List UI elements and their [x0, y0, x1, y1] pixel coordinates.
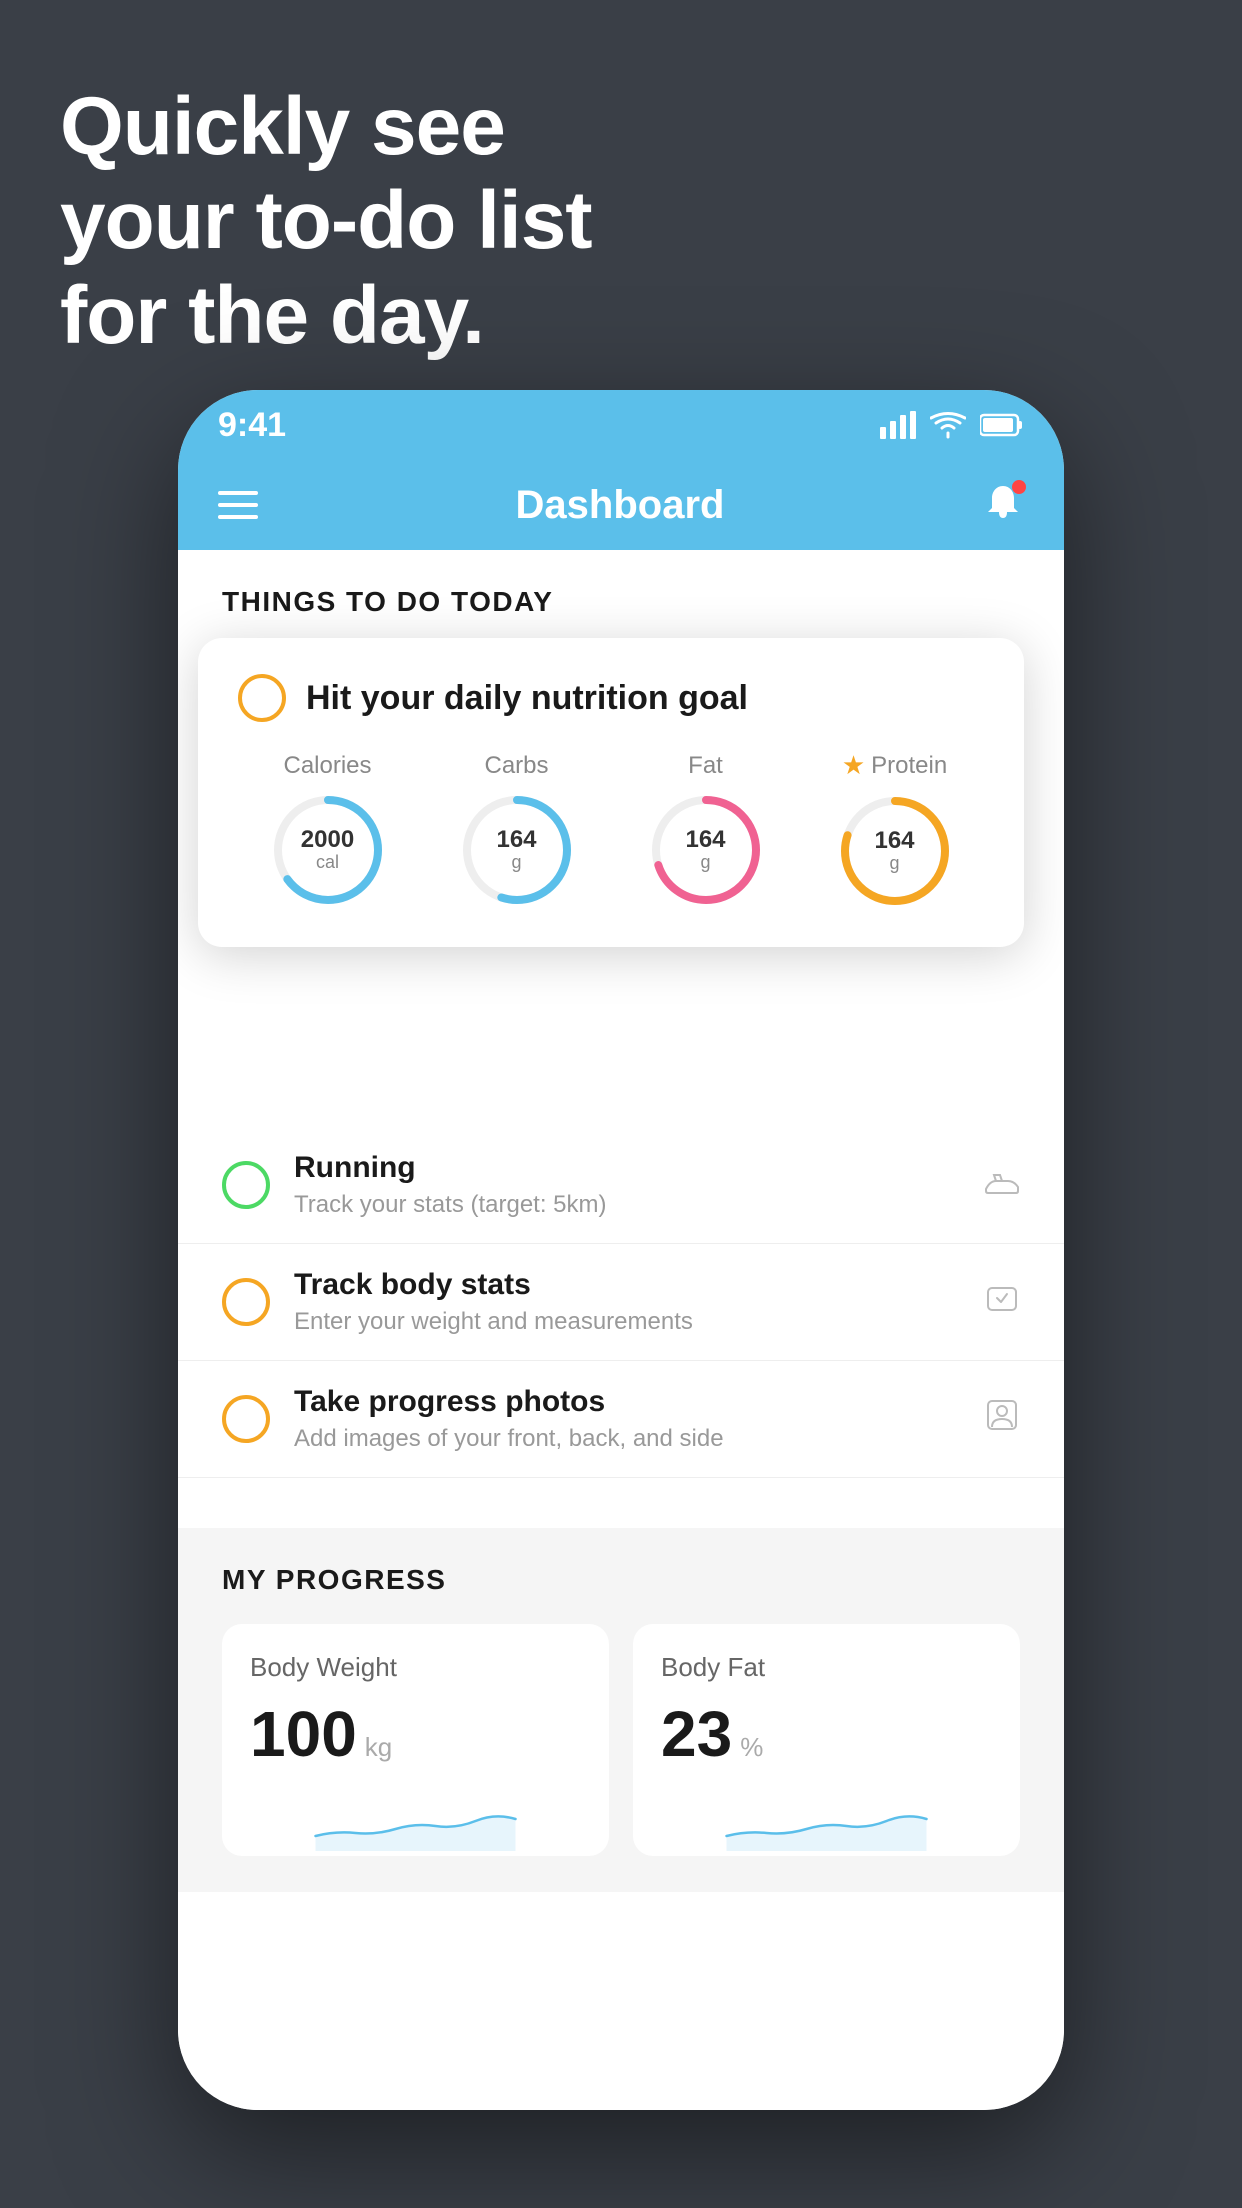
todo-circle-green	[222, 1161, 270, 1209]
nutrition-card-title: Hit your daily nutrition goal	[306, 679, 748, 718]
phone-frame: 9:41	[178, 390, 1064, 2110]
battery-icon	[980, 413, 1024, 437]
nutrition-item: ★Protein 164 g	[835, 750, 955, 911]
todo-item[interactable]: Track body stats Enter your weight and m…	[178, 1244, 1064, 1361]
headline-line2: your to-do list	[60, 174, 592, 268]
todo-subtitle: Enter your weight and measurements	[294, 1308, 960, 1336]
progress-number: 23	[661, 1697, 732, 1771]
nutrition-card: Hit your daily nutrition goal Calories 2…	[198, 638, 1024, 947]
status-time: 9:41	[218, 406, 286, 445]
progress-value-row: 23 %	[661, 1697, 992, 1771]
headline-line1: Quickly see	[60, 80, 592, 174]
todo-content: Track body stats Enter your weight and m…	[294, 1268, 960, 1336]
progress-value-row: 100 kg	[250, 1697, 581, 1771]
donut-chart: 164 g	[646, 790, 766, 910]
nutrition-circle-indicator	[238, 674, 286, 722]
progress-number: 100	[250, 1697, 357, 1771]
todo-title: Track body stats	[294, 1268, 960, 1302]
nutrition-label: Fat	[688, 752, 723, 780]
donut-value: 164	[685, 826, 725, 852]
status-icons	[880, 411, 1024, 439]
progress-unit: %	[740, 1732, 763, 1763]
sparkline	[250, 1791, 581, 1851]
todo-icon-right	[984, 1280, 1020, 1325]
notification-bell[interactable]	[982, 482, 1024, 529]
donut-value: 164	[874, 828, 914, 854]
todo-subtitle: Add images of your front, back, and side	[294, 1425, 960, 1453]
progress-card[interactable]: Body Weight 100 kg	[222, 1624, 609, 1856]
donut-center: 164 g	[496, 826, 536, 872]
todo-item[interactable]: Running Track your stats (target: 5km)	[178, 1127, 1064, 1244]
todo-title: Take progress photos	[294, 1385, 960, 1419]
progress-card-title: Body Weight	[250, 1652, 581, 1683]
sparkline	[661, 1791, 992, 1851]
donut-unit: g	[874, 854, 914, 874]
donut-center: 164 g	[685, 826, 725, 872]
headline: Quickly see your to-do list for the day.	[60, 80, 592, 363]
navbar-title: Dashboard	[516, 483, 725, 528]
progress-unit: kg	[365, 1732, 392, 1763]
progress-section: MY PROGRESS Body Weight 100 kg Body Fat …	[178, 1528, 1064, 1892]
progress-header: MY PROGRESS	[222, 1564, 1020, 1596]
headline-line3: for the day.	[60, 269, 592, 363]
todo-circle-yellow	[222, 1278, 270, 1326]
nutrition-row: Calories 2000 cal Carbs 164 g Fat	[238, 750, 984, 911]
progress-card[interactable]: Body Fat 23 %	[633, 1624, 1020, 1856]
todo-subtitle: Track your stats (target: 5km)	[294, 1191, 960, 1219]
todo-content: Take progress photos Add images of your …	[294, 1385, 960, 1453]
donut-chart: 2000 cal	[268, 790, 388, 910]
todo-list: Running Track your stats (target: 5km) T…	[178, 1127, 1064, 1478]
donut-center: 164 g	[874, 828, 914, 874]
today-section-header: THINGS TO DO TODAY	[178, 550, 1064, 638]
nutrition-item: Carbs 164 g	[457, 752, 577, 910]
wifi-icon	[930, 411, 966, 439]
status-bar: 9:41	[178, 390, 1064, 460]
todo-item[interactable]: Take progress photos Add images of your …	[178, 1361, 1064, 1478]
donut-unit: cal	[301, 853, 354, 873]
nutrition-label: Protein	[871, 752, 947, 780]
hamburger-menu[interactable]	[218, 491, 258, 519]
progress-cards: Body Weight 100 kg Body Fat 23 %	[222, 1624, 1020, 1856]
donut-unit: g	[685, 853, 725, 873]
nutrition-item: Fat 164 g	[646, 752, 766, 910]
donut-chart: 164 g	[835, 791, 955, 911]
donut-value: 164	[496, 826, 536, 852]
app-body: THINGS TO DO TODAY Hit your daily nutrit…	[178, 550, 1064, 2110]
donut-value: 2000	[301, 826, 354, 852]
todo-icon-right	[984, 1397, 1020, 1442]
todo-circle-yellow	[222, 1395, 270, 1443]
todo-icon-right	[984, 1163, 1020, 1208]
notification-dot	[1012, 480, 1026, 494]
progress-card-title: Body Fat	[661, 1652, 992, 1683]
nutrition-label: Calories	[283, 752, 371, 780]
donut-unit: g	[496, 853, 536, 873]
signal-icon	[880, 411, 916, 439]
donut-center: 2000 cal	[301, 826, 354, 872]
navbar: Dashboard	[178, 460, 1064, 550]
todo-title: Running	[294, 1151, 960, 1185]
donut-chart: 164 g	[457, 790, 577, 910]
todo-content: Running Track your stats (target: 5km)	[294, 1151, 960, 1219]
nutrition-label: Carbs	[484, 752, 548, 780]
nutrition-item: Calories 2000 cal	[268, 752, 388, 910]
